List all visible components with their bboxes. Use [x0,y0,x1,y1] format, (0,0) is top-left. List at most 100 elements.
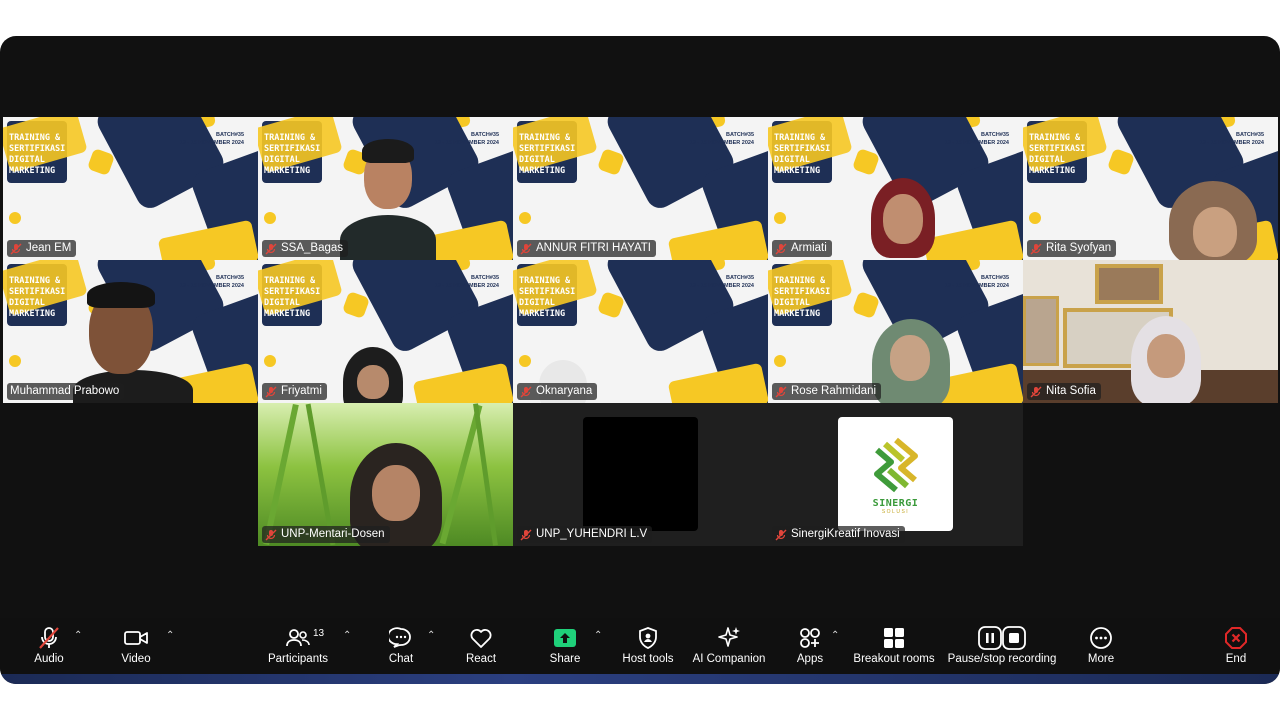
more-button[interactable]: More [1084,624,1118,670]
participant-video [863,172,943,260]
participant-tile[interactable]: TRAINING & SERTIFIKASI DIGITAL MARKETING B… [258,260,513,403]
slide-title: TRAINING & SERTIFIKASI DIGITAL MARKETING [774,133,831,176]
slide-title: TRAINING & SERTIFIKASI DIGITAL MARKETING [774,276,831,319]
slide-title: TRAINING & SERTIFIKASI DIGITAL MARKETING [264,133,321,176]
taskbar-strip [0,674,1280,684]
share-screen-icon [554,629,576,647]
participant-tile[interactable]: TRAINING & SERTIFIKASI DIGITAL MARKETING B… [513,260,768,403]
participant-name-label: Armiati [772,240,832,257]
participant-name-label: UNP_YUHENDRI L.V [517,526,653,543]
share-options-caret[interactable]: ⌃ [594,630,602,641]
participant-video [1163,177,1263,260]
participant-name-label: SinergiKreatif Inovasi [772,526,905,543]
react-button[interactable]: React [462,624,500,670]
apps-button[interactable]: Apps [794,624,826,670]
mic-muted-icon [520,386,532,397]
mic-muted-icon [775,243,787,254]
participant-tile[interactable]: Nita Sofia [1023,260,1278,403]
avatar [583,417,698,531]
chat-button[interactable]: Chat [384,624,418,670]
video-camera-icon [124,631,148,645]
end-meeting-button[interactable]: End [1220,624,1252,670]
slide-batch: BATCH#35 13 - 15 NOVEMBER 2024 [689,132,754,146]
slide-title: TRAINING & SERTIFIKASI DIGITAL MARKETING [9,133,66,176]
shield-icon [639,627,657,649]
logo-subtitle: SOLUSI [881,508,910,515]
sinergi-logo-icon [873,437,918,492]
video-button[interactable]: Video [114,624,158,670]
mic-muted-icon [39,627,59,649]
sparkle-icon [718,627,740,647]
audio-options-caret[interactable]: ⌃ [74,630,82,641]
participant-name-label: UNP-Mentari-Dosen [262,526,390,543]
mic-muted-icon [520,529,532,540]
meeting-window: TRAINING & SERTIFIKASI DIGITAL MARKETING B… [0,36,1280,684]
chat-options-caret[interactable]: ⌃ [427,630,435,641]
chat-bubble-icon [389,627,411,648]
participant-tile[interactable]: TRAINING & SERTIFIKASI DIGITAL MARKETING B… [768,117,1023,260]
avatar: SINERGI SOLUSI [838,417,953,531]
participant-tile[interactable]: SINERGI SOLUSI SinergiKreatif Inovasi [768,403,1023,546]
slide-batch: BATCH#35 13 - 15 NOVEMBER 2024 [179,132,244,146]
participant-name-label: ANNUR FITRI HAYATI [517,240,656,257]
participant-video [1023,260,1278,403]
slide-title: TRAINING & SERTIFIKASI DIGITAL MARKETING [519,276,576,319]
slide-batch: BATCH#35 13 - 15 NOVEMBER 2024 [434,132,499,146]
participant-name-label: Friyatmi [262,383,327,400]
participant-name-label: Nita Sofia [1027,383,1101,400]
mic-muted-icon [265,243,277,254]
end-call-icon [1225,627,1247,649]
participant-name-label: Rita Syofyan [1027,240,1117,257]
slide-batch: BATCH#35 13 - 15 NOVEMBER 2024 [944,275,1009,289]
heart-icon [470,629,492,648]
participant-tile[interactable]: UNP_YUHENDRI L.V [513,403,768,546]
slide-batch: BATCH#35 13 - 15 NOVEMBER 2024 [944,132,1009,146]
slide-title: TRAINING & SERTIFIKASI DIGITAL MARKETING [264,276,321,319]
participant-name-label: Rose Rahmidani [772,383,882,400]
virtual-background: TRAINING & SERTIFIKASI DIGITAL MARKETING B… [3,117,258,260]
breakout-rooms-icon [884,628,904,648]
audio-button[interactable]: Audio [28,624,70,670]
participant-tile-active-speaker[interactable]: TRAINING & SERTIFIKASI DIGITAL MARKETING B… [3,260,258,403]
participant-name-label: Muhammad Prabowo [7,383,125,400]
host-tools-button[interactable]: Host tools [620,624,676,670]
ai-companion-button[interactable]: AI Companion [690,624,768,670]
participant-tile[interactable]: TRAINING & SERTIFIKASI DIGITAL MARKETING B… [513,117,768,260]
participant-name-label: Oknaryana [517,383,598,400]
more-icon [1090,627,1112,649]
virtual-background: TRAINING & SERTIFIKASI DIGITAL MARKETING B… [513,117,768,260]
participant-tile[interactable]: UNP-Mentari-Dosen [258,403,513,546]
slide-batch: BATCH#35 13 - 15 NOVEMBER 2024 [689,275,754,289]
share-button[interactable]: Share [546,624,584,670]
pause-stop-icon [978,626,1026,650]
participant-video [338,137,438,260]
video-options-caret[interactable]: ⌃ [166,630,174,641]
participant-name-label: SSA_Bagas [262,240,349,257]
mic-muted-icon [265,386,277,397]
participant-tile[interactable]: TRAINING & SERTIFIKASI DIGITAL MARKETING B… [3,117,258,260]
mic-muted-icon [1030,386,1042,397]
apps-icon [800,628,820,648]
slide-batch: BATCH#35 13 - 15 NOVEMBER 2024 [434,275,499,289]
participants-count-badge: 13 [313,628,325,639]
participant-tile[interactable]: TRAINING & SERTIFIKASI DIGITAL MARKETING B… [258,117,513,260]
mic-muted-icon [520,243,532,254]
slide-batch: BATCH#35 13 - 15 NOVEMBER 2024 [1199,132,1264,146]
mic-muted-icon [1030,243,1042,254]
participants-options-caret[interactable]: ⌃ [343,630,351,641]
apps-options-caret[interactable]: ⌃ [831,630,839,641]
breakout-rooms-button[interactable]: Breakout rooms [853,624,935,670]
pause-stop-recording-button[interactable]: Pause/stop recording [946,624,1058,670]
participant-video [258,403,513,546]
slide-title: TRAINING & SERTIFIKASI DIGITAL MARKETING [9,276,66,319]
mic-muted-icon [775,529,787,540]
mic-muted-icon [10,243,22,254]
participant-name-label: Jean EM [7,240,77,257]
slide-title: TRAINING & SERTIFIKASI DIGITAL MARKETING [519,133,576,176]
mic-muted-icon [775,386,787,397]
participant-tile[interactable]: TRAINING & SERTIFIKASI DIGITAL MARKETING B… [1023,117,1278,260]
mic-muted-icon [265,529,277,540]
participants-icon [286,629,310,647]
participant-tile[interactable]: TRAINING & SERTIFIKASI DIGITAL MARKETING B… [768,260,1023,403]
slide-title: TRAINING & SERTIFIKASI DIGITAL MARKETING [1029,133,1086,176]
